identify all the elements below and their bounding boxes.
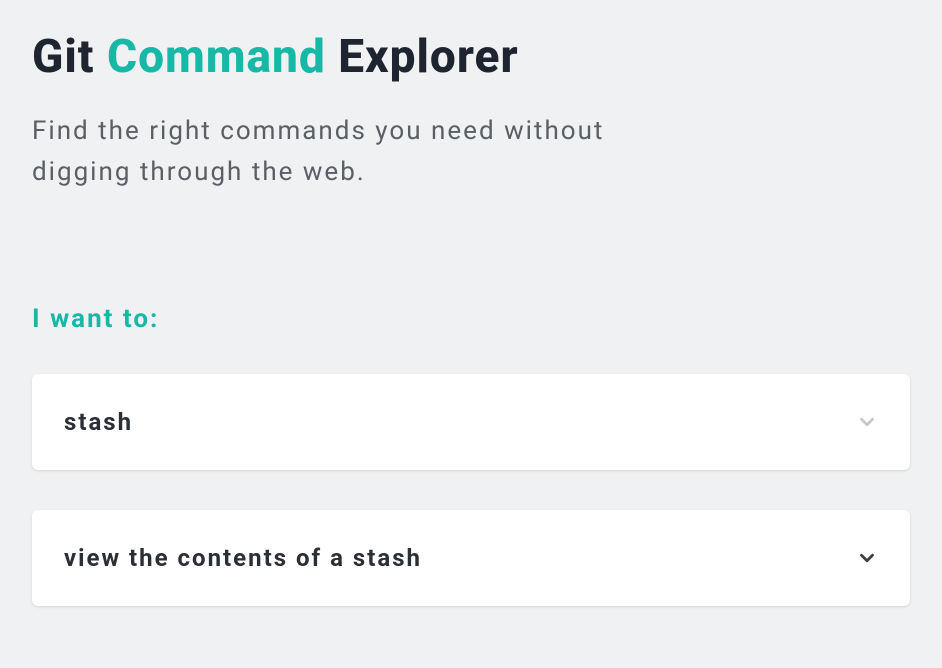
chevron-down-icon — [856, 411, 878, 433]
page-title: Git Command Explorer — [32, 32, 910, 83]
dropdown-action-value: stash — [64, 408, 133, 436]
prompt-label: I want to: — [32, 304, 910, 334]
title-part-git: Git — [32, 30, 107, 84]
title-part-command: Command — [107, 30, 326, 84]
dropdown-suboption[interactable]: view the contents of a stash — [32, 510, 910, 606]
dropdown-suboption-value: view the contents of a stash — [64, 544, 422, 572]
title-part-explorer: Explorer — [326, 30, 519, 84]
dropdown-action[interactable]: stash — [32, 374, 910, 470]
page-subtitle: Find the right commands you need without… — [32, 111, 632, 194]
chevron-down-icon — [856, 547, 878, 569]
